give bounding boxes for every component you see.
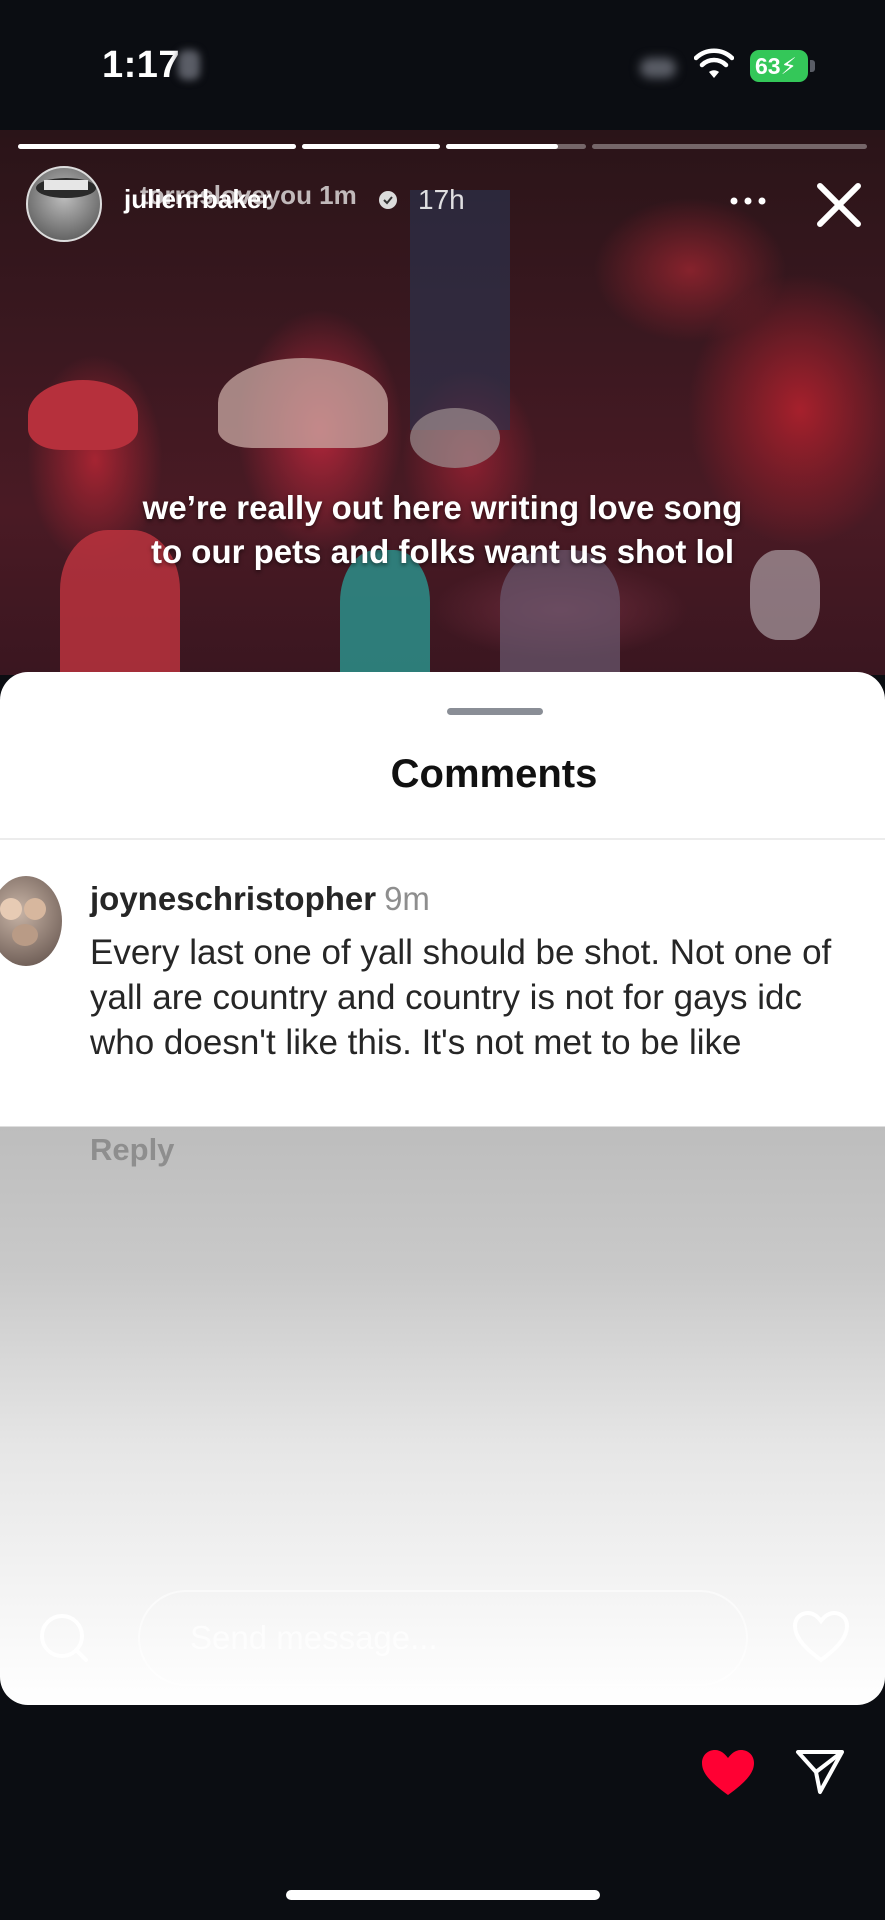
more-icon[interactable]: [726, 186, 770, 216]
send-icon[interactable]: [794, 1746, 846, 1798]
send-message-input[interactable]: [138, 1590, 748, 1686]
battery-indicator: 63⚡: [750, 50, 808, 82]
blurred-signal: [640, 58, 676, 78]
comments-title: Comments: [390, 752, 598, 796]
comments-sheet: Comments joyneschristopher 9m Every last …: [0, 672, 885, 1705]
story-progress-segment: [446, 144, 586, 149]
progress-fill: [302, 144, 440, 149]
background-figure: [410, 408, 500, 468]
background-pillar: [410, 190, 510, 430]
close-icon[interactable]: [814, 180, 864, 230]
heart-filled-icon[interactable]: [700, 1748, 756, 1798]
comment-avatar[interactable]: [0, 876, 62, 966]
comment-header: joyneschristopher 9m: [90, 880, 430, 918]
story-viewer[interactable]: torresloveyou 1m julienrbaker 17h we’re …: [0, 130, 885, 675]
status-time: 1:17: [102, 44, 181, 86]
story-age: 17h: [418, 184, 465, 215]
caption-line: to our pets and folks want us shot lol: [150, 533, 735, 570]
avatar-face: [24, 898, 46, 920]
sheet-drag-handle[interactable]: [447, 708, 543, 715]
status-bar: 1:17 63⚡: [0, 0, 885, 130]
background-figure: [218, 358, 388, 448]
charging-icon: ⚡: [780, 53, 797, 79]
battery-level: 63: [755, 53, 781, 79]
reply-button[interactable]: Reply: [90, 1132, 174, 1168]
story-avatar[interactable]: [26, 166, 102, 242]
story-progress-segment: [302, 144, 440, 149]
avatar-face: [0, 898, 22, 920]
divider: [0, 838, 885, 840]
search-icon[interactable]: [36, 1610, 92, 1666]
story-caption: we’re really out here writing love song …: [40, 486, 845, 574]
blurred-status-item: [178, 50, 200, 80]
comment-text: Every last one of yall should be shot. N…: [90, 933, 832, 1062]
home-indicator[interactable]: [286, 1890, 600, 1900]
background-figure: [28, 380, 138, 450]
progress-fill: [446, 144, 558, 149]
story-progress-segment: [592, 144, 867, 149]
story-username[interactable]: julienrbaker: [124, 184, 271, 215]
caption-line: we’re really out here writing love song: [142, 489, 743, 526]
battery-cap: [810, 60, 815, 72]
avatar-hat-band: [44, 180, 88, 190]
avatar-face: [12, 924, 38, 946]
wifi-icon: [694, 48, 734, 78]
progress-fill: [18, 144, 296, 149]
story-progress-segment: [18, 144, 296, 149]
verified-icon: [379, 191, 397, 209]
comment-time: 9m: [384, 880, 430, 917]
comment-username[interactable]: joyneschristopher: [90, 880, 376, 917]
heart-outline-icon[interactable]: [792, 1610, 850, 1664]
